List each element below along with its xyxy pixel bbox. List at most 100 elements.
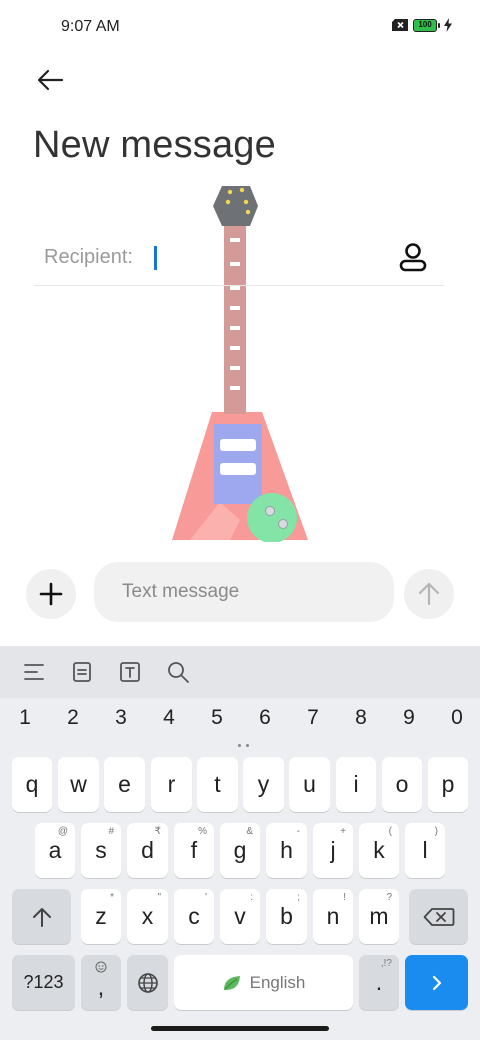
key-label: s [95, 837, 107, 863]
key-h[interactable]: h- [266, 823, 307, 878]
keyboard: 1 2 3 4 5 6 7 8 9 0 q w e r t y u i o p … [0, 646, 480, 1040]
comma-key[interactable]: , [81, 955, 121, 1010]
key-i[interactable]: i [336, 757, 376, 812]
text-align-icon [24, 664, 44, 680]
status-time: 9:07 AM [61, 18, 120, 35]
space-label: English [249, 972, 306, 992]
key-7[interactable]: 7 [301, 706, 325, 742]
key-r[interactable]: r [151, 757, 192, 812]
language-key[interactable] [127, 955, 168, 1010]
arrow-up-icon [418, 582, 440, 606]
clipboard-button[interactable] [58, 646, 106, 698]
key-2[interactable]: 2 [61, 706, 85, 742]
key-hint: & [246, 826, 253, 837]
home-indicator[interactable] [151, 1026, 329, 1031]
text-format-button[interactable] [106, 646, 154, 698]
key-hint: - [296, 826, 300, 837]
key-1[interactable]: 1 [13, 706, 37, 742]
backspace-key[interactable] [409, 889, 468, 944]
key-label: m [369, 903, 389, 929]
key-8[interactable]: 8 [349, 706, 373, 742]
key-q[interactable]: q [12, 757, 52, 812]
battery-icon: 100 [413, 18, 440, 32]
key-e[interactable]: e [104, 757, 145, 812]
key-label: z [95, 903, 107, 929]
space-key[interactable]: English [174, 955, 353, 1010]
key-d[interactable]: d ₹ [127, 823, 168, 878]
send-button[interactable] [404, 569, 454, 619]
key-k[interactable]: k( [359, 823, 399, 878]
shift-key[interactable] [12, 889, 71, 944]
plus-icon [39, 582, 63, 606]
key-label: g [233, 837, 247, 863]
key-label: k [373, 837, 385, 863]
key-n[interactable]: n! [313, 889, 353, 944]
key-j[interactable]: j + [313, 823, 353, 878]
clipboard-icon [73, 662, 91, 682]
recipient-label: Recipient: [44, 246, 133, 268]
recipient-field[interactable]: Recipient: [34, 232, 444, 286]
key-s[interactable]: s # [81, 823, 121, 878]
status-bar: 9:07 AM 100 [0, 0, 480, 56]
status-icons: 100 [391, 18, 452, 32]
key-label: c [188, 903, 200, 929]
page-indicator [238, 744, 252, 748]
chevron-right-icon [432, 975, 441, 990]
key-label: j [330, 837, 336, 863]
key-l[interactable]: l) [405, 823, 445, 878]
key-hint: + [340, 826, 346, 837]
guitar-pickup-2 [220, 463, 256, 475]
key-5[interactable]: 5 [205, 706, 229, 742]
key-f[interactable]: f% [174, 823, 214, 878]
guitar-head [213, 186, 258, 226]
guitar-knob [247, 493, 297, 542]
key-0[interactable]: 0 [445, 706, 469, 742]
sim-x-icon [392, 19, 408, 31]
period-label: . [375, 969, 383, 995]
key-z[interactable]: z * [81, 889, 121, 944]
key-label: l [422, 837, 428, 863]
enter-key[interactable] [405, 955, 468, 1010]
key-o[interactable]: o [382, 757, 422, 812]
key-hint: ; [297, 892, 300, 903]
text-cursor [154, 246, 157, 270]
key-t[interactable]: t [197, 757, 238, 812]
key-hint: ( [388, 826, 392, 837]
key-6[interactable]: 6 [253, 706, 277, 742]
key-label: n [326, 903, 340, 929]
key-label: f [190, 837, 198, 863]
back-button[interactable] [30, 62, 70, 98]
key-m[interactable]: m? [359, 889, 399, 944]
key-9[interactable]: 9 [397, 706, 421, 742]
key-x[interactable]: x " [127, 889, 168, 944]
attach-button[interactable] [26, 569, 76, 619]
globe-icon [137, 972, 158, 993]
key-hint: ? [386, 892, 392, 903]
key-3[interactable]: 3 [109, 706, 133, 742]
contact-picker-button[interactable] [396, 240, 430, 274]
key-g[interactable]: g & [220, 823, 260, 878]
key-c[interactable]: c ' [174, 889, 214, 944]
key-a[interactable]: a @ [35, 823, 75, 878]
period-key[interactable]: ,!? . [359, 955, 399, 1010]
symbols-key[interactable]: ?123 [12, 955, 75, 1010]
key-label: v [234, 903, 246, 929]
key-hint: % [198, 826, 207, 837]
contact-person-icon [399, 243, 427, 272]
key-hint: " [157, 892, 161, 903]
key-4[interactable]: 4 [157, 706, 181, 742]
compose-bar [0, 560, 480, 626]
search-button[interactable] [154, 646, 202, 698]
text-align-button[interactable] [10, 646, 58, 698]
message-input[interactable] [94, 562, 394, 622]
key-v[interactable]: v: [220, 889, 260, 944]
key-w[interactable]: w [58, 757, 99, 812]
key-p[interactable]: p [428, 757, 468, 812]
key-b[interactable]: b; [266, 889, 307, 944]
key-hint: ) [434, 826, 438, 837]
comma-label: , [97, 974, 105, 1000]
key-u[interactable]: u [289, 757, 330, 812]
text-format-icon [120, 662, 140, 682]
key-y[interactable]: y [243, 757, 284, 812]
key-hint: : [250, 892, 253, 903]
